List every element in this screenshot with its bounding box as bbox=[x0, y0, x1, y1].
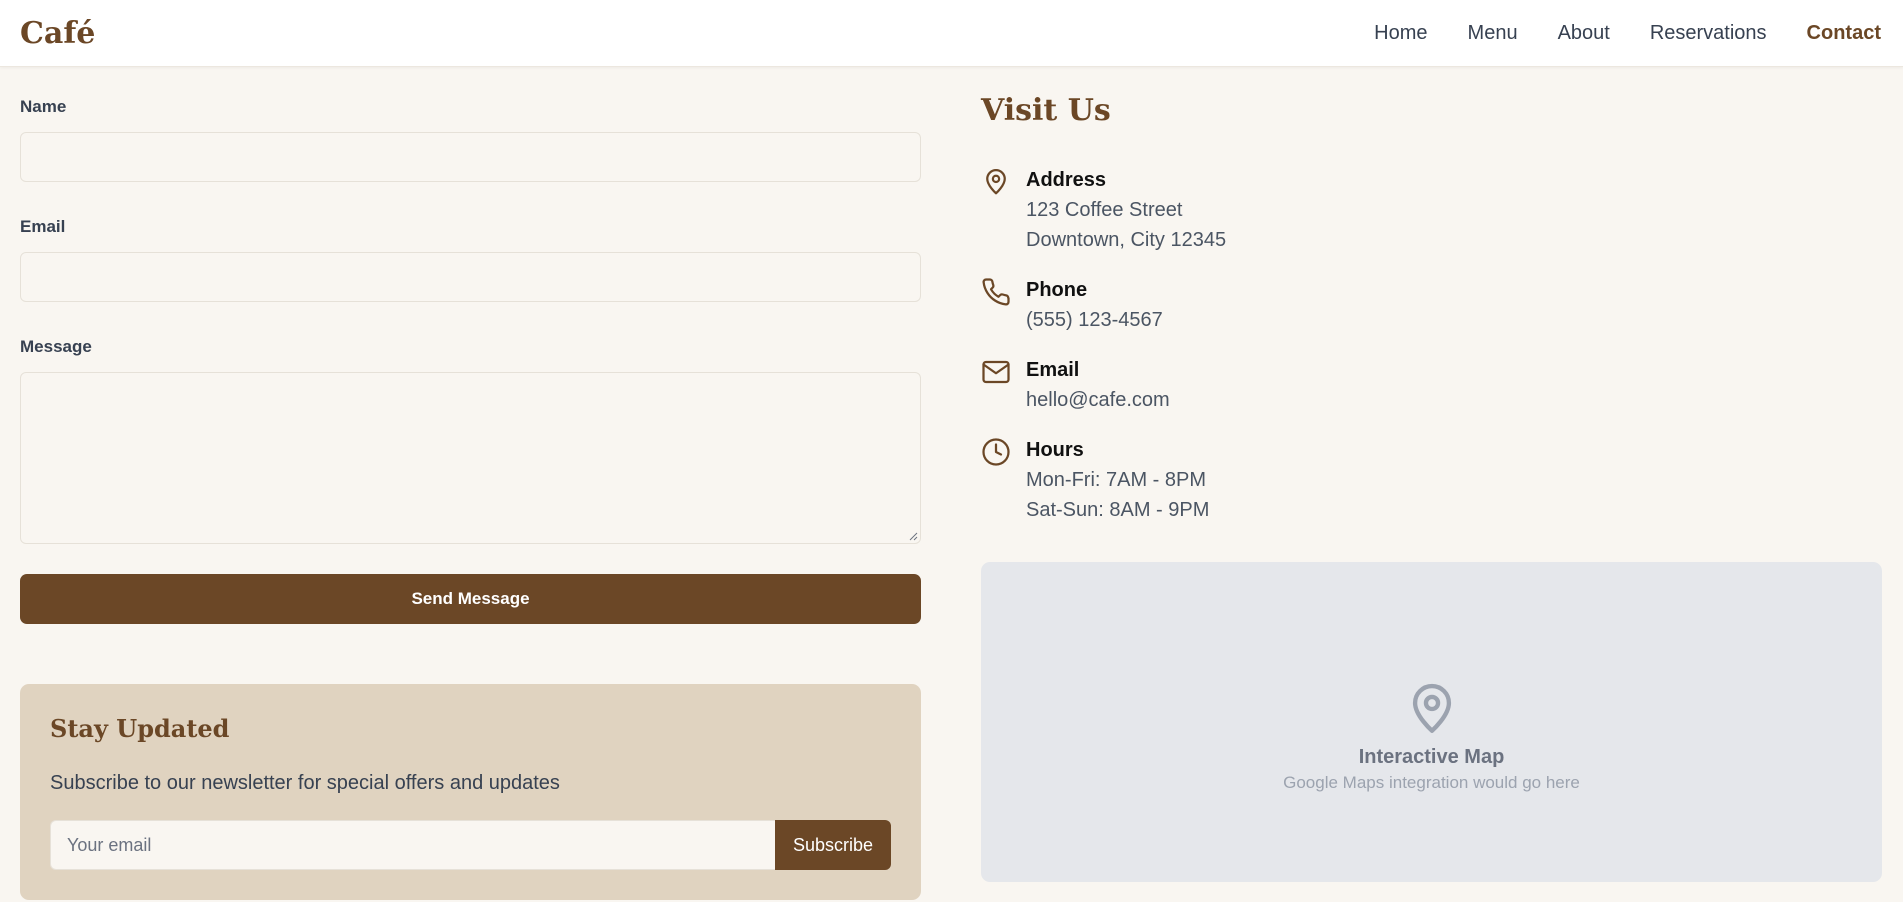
newsletter-email-input[interactable] bbox=[50, 820, 775, 870]
name-label: Name bbox=[20, 97, 67, 116]
name-field[interactable] bbox=[20, 132, 921, 182]
site-header: Café Home Menu About Reservations Contac… bbox=[0, 0, 1903, 67]
subscribe-row: Subscribe bbox=[50, 820, 891, 870]
nav-link-menu[interactable]: Menu bbox=[1468, 22, 1518, 45]
clock-icon bbox=[982, 438, 1010, 466]
brand-logo[interactable]: Café bbox=[20, 16, 95, 51]
email-title: Email bbox=[1026, 359, 1080, 381]
nav-link-about[interactable]: About bbox=[1558, 22, 1610, 45]
newsletter-card: Stay Updated Subscribe to our newsletter… bbox=[20, 684, 921, 900]
resize-grip-icon[interactable] bbox=[908, 531, 918, 541]
address-title: Address bbox=[1026, 169, 1107, 191]
nav-link-contact[interactable]: Contact bbox=[1807, 22, 1881, 45]
hours-weekdays: Mon-Fri: 7AM - 8PM bbox=[1026, 469, 1207, 491]
hours-weekends: Sat-Sun: 8AM - 9PM bbox=[1026, 499, 1210, 521]
nav-link-reservations[interactable]: Reservations bbox=[1650, 22, 1767, 45]
main-nav: Home Menu About Reservations Contact bbox=[1374, 22, 1883, 45]
phone-item: Phone (555) 123-4567 bbox=[981, 275, 1163, 335]
email-field[interactable] bbox=[20, 252, 921, 302]
map-placeholder[interactable]: Interactive Map Google Maps integration … bbox=[981, 562, 1882, 882]
address-item: Address 123 Coffee Street Downtown, City… bbox=[981, 165, 1226, 255]
visit-us-title: Visit Us bbox=[981, 93, 1111, 128]
address-line-2: Downtown, City 12345 bbox=[1026, 229, 1227, 251]
email-label: Email bbox=[20, 217, 66, 236]
phone-icon bbox=[982, 278, 1010, 306]
location-pin-icon bbox=[986, 169, 1006, 195]
hours-item: Hours Mon-Fri: 7AM - 8PM Sat-Sun: 8AM - … bbox=[981, 435, 1209, 525]
message-field[interactable] bbox=[20, 372, 921, 544]
phone-title: Phone bbox=[1026, 279, 1088, 301]
address-line-1: 123 Coffee Street bbox=[1026, 199, 1183, 221]
nav-link-home[interactable]: Home bbox=[1374, 22, 1427, 45]
phone-number[interactable]: (555) 123-4567 bbox=[1026, 305, 1163, 335]
mail-icon bbox=[982, 360, 1010, 384]
message-label: Message bbox=[20, 337, 92, 356]
map-subtitle: Google Maps integration would go here bbox=[1283, 772, 1580, 792]
map-pin-icon bbox=[1412, 683, 1451, 733]
newsletter-description: Subscribe to our newsletter for special … bbox=[50, 772, 560, 794]
send-message-button[interactable]: Send Message bbox=[20, 574, 921, 624]
subscribe-button[interactable]: Subscribe bbox=[775, 820, 891, 870]
newsletter-title: Stay Updated bbox=[50, 714, 230, 743]
map-title: Interactive Map bbox=[1358, 745, 1505, 768]
hours-title: Hours bbox=[1026, 439, 1084, 461]
email-item: Email hello@cafe.com bbox=[981, 355, 1170, 415]
email-address[interactable]: hello@cafe.com bbox=[1026, 385, 1170, 415]
